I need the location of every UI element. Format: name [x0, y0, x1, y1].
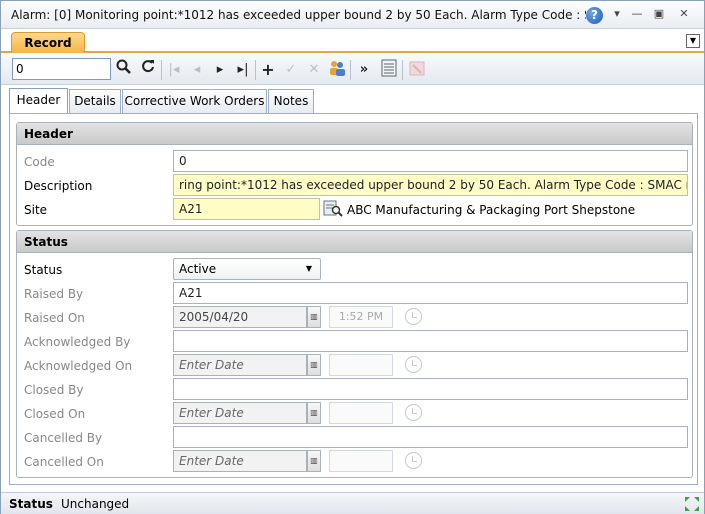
header-section: Header Code 0 Description ring point:*10…: [16, 122, 693, 226]
refresh-icon[interactable]: [137, 59, 159, 81]
acknowledged-on-time-field[interactable]: [329, 354, 393, 376]
clock-icon[interactable]: [405, 308, 422, 325]
cancelled-by-label: Cancelled By: [24, 431, 103, 445]
cancelled-on-label: Cancelled On: [24, 455, 104, 469]
section-title: Status: [17, 231, 692, 253]
calendar-icon[interactable]: ▥: [307, 450, 321, 472]
delete-record-icon[interactable]: [406, 59, 428, 81]
site-field[interactable]: A21: [173, 198, 320, 220]
toolbar-separator: [350, 60, 351, 80]
clock-icon[interactable]: [405, 404, 422, 421]
raised-on-time-field[interactable]: 1:52 PM: [329, 306, 393, 328]
calendar-icon[interactable]: ▥: [307, 402, 321, 424]
calendar-icon[interactable]: ▥: [307, 354, 321, 376]
toolbar-separator: [402, 60, 403, 80]
closed-on-date-field[interactable]: Enter Date: [173, 402, 307, 424]
previous-record-icon[interactable]: ◂: [186, 59, 208, 81]
status-label: Status: [24, 263, 63, 277]
users-icon[interactable]: [326, 59, 348, 81]
code-field[interactable]: 0: [173, 150, 688, 172]
search-icon[interactable]: [113, 59, 135, 81]
status-bar: Status Unchanged: [1, 492, 704, 514]
acknowledged-by-label: Acknowledged By: [24, 335, 131, 349]
clock-icon[interactable]: [405, 356, 422, 373]
section-title: Header: [17, 123, 692, 145]
more-actions-icon[interactable]: »: [353, 59, 375, 81]
acknowledged-on-date-field[interactable]: Enter Date: [173, 354, 307, 376]
tab-list-dropdown-icon[interactable]: ▼: [686, 34, 700, 48]
status-section: Status Status Active ▼ Raised By A21 Rai…: [16, 230, 693, 478]
record-number-input[interactable]: [12, 58, 111, 80]
acknowledged-on-label: Acknowledged On: [24, 359, 133, 373]
last-record-icon[interactable]: ▸|: [232, 59, 254, 81]
maximize-icon[interactable]: ▣: [650, 6, 668, 22]
site-label: Site: [24, 203, 48, 217]
cancelled-by-field[interactable]: [173, 426, 688, 448]
chevron-down-icon: ▼: [305, 264, 312, 273]
status-bar-label: Status: [9, 497, 53, 511]
description-field[interactable]: ring point:*1012 has exceeded upper boun…: [173, 174, 688, 196]
list-view-icon[interactable]: [378, 59, 400, 81]
clock-icon[interactable]: [405, 452, 422, 469]
raised-by-label: Raised By: [24, 287, 84, 301]
help-icon[interactable]: ?: [586, 7, 603, 24]
alarm-window: Alarm: [0] Monitoring point:*1012 has ex…: [0, 0, 705, 514]
cancelled-on-time-field[interactable]: [329, 450, 393, 472]
record-tab-strip: Record ▼: [1, 29, 704, 53]
status-select[interactable]: Active ▼: [173, 258, 321, 280]
tab-corrective-work-orders[interactable]: Corrective Work Orders: [122, 89, 267, 113]
record-tab[interactable]: Record: [11, 32, 85, 53]
closed-on-label: Closed On: [24, 407, 86, 421]
status-bar-value: Unchanged: [61, 497, 130, 511]
code-label: Code: [24, 155, 55, 169]
minimize-icon[interactable]: —: [628, 6, 646, 22]
save-check-icon[interactable]: ✓: [280, 59, 302, 81]
toolbar-separator: [255, 60, 256, 80]
window-title: Alarm: [0] Monitoring point:*1012 has ex…: [11, 8, 586, 22]
closed-by-field[interactable]: [173, 378, 688, 400]
tab-panel: Header Code 0 Description ring point:*10…: [9, 113, 698, 485]
menu-dropdown-icon[interactable]: ▾: [608, 6, 626, 22]
tab-details[interactable]: Details: [69, 89, 121, 113]
raised-on-label: Raised On: [24, 311, 85, 325]
toolbar-separator: [161, 60, 162, 80]
cancelled-on-date-field[interactable]: Enter Date: [173, 450, 307, 472]
raised-on-date-field[interactable]: 2005/04/20: [173, 306, 307, 328]
tab-notes[interactable]: Notes: [268, 89, 314, 113]
site-lookup-icon[interactable]: [323, 199, 343, 217]
calendar-icon[interactable]: ▥: [307, 306, 321, 328]
title-bar: Alarm: [0] Monitoring point:*1012 has ex…: [1, 1, 704, 29]
site-name: ABC Manufacturing & Packaging Port Sheps…: [347, 203, 636, 217]
status-select-value: Active: [179, 262, 217, 276]
toolbar: |◂ ◂ ▸ ▸| + ✓ ✕ »: [1, 55, 704, 85]
tab-header[interactable]: Header: [9, 88, 68, 114]
close-icon[interactable]: ✕: [675, 6, 693, 22]
cancel-x-icon[interactable]: ✕: [303, 59, 325, 81]
expand-icon[interactable]: [684, 496, 700, 512]
next-record-icon[interactable]: ▸: [209, 59, 231, 81]
acknowledged-by-field[interactable]: [173, 330, 688, 352]
raised-by-field[interactable]: A21: [173, 282, 688, 304]
first-record-icon[interactable]: |◂: [163, 59, 185, 81]
closed-by-label: Closed By: [24, 383, 84, 397]
add-icon[interactable]: +: [257, 59, 279, 81]
closed-on-time-field[interactable]: [329, 402, 393, 424]
description-label: Description: [24, 179, 93, 193]
